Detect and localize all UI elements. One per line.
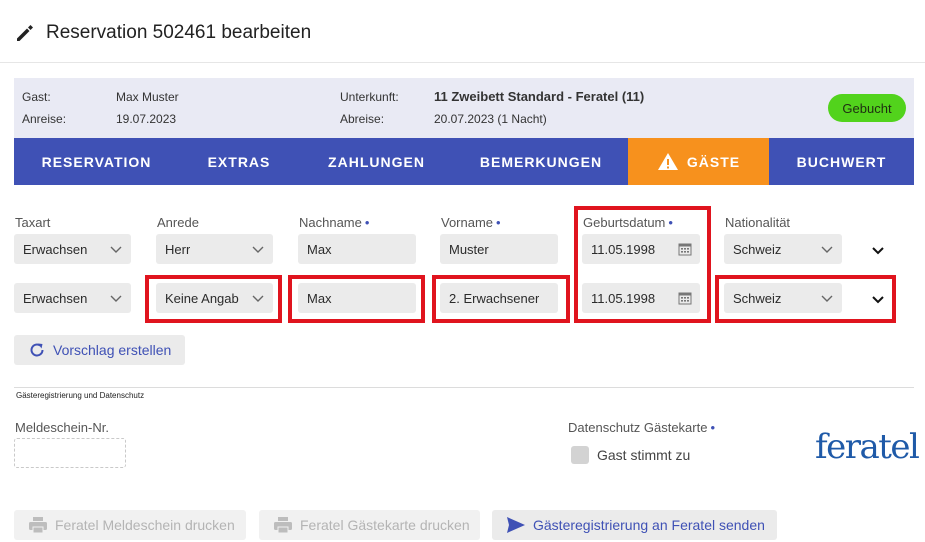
print-meldeschein-label: Feratel Meldeschein drucken	[55, 517, 235, 533]
column-nationalitaet: Nationalität	[725, 215, 791, 230]
taxart-value: Erwachsen	[23, 290, 88, 306]
column-anrede: Anrede	[157, 215, 199, 230]
tab-reservation[interactable]: RESERVATION	[14, 138, 179, 185]
consent-label[interactable]: Gast stimmt zu	[597, 447, 690, 463]
tab-label: BEMERKUNGEN	[479, 153, 603, 170]
chevron-down-icon	[110, 246, 122, 253]
tab-buchwert[interactable]: BUCHWERT	[769, 138, 914, 185]
required-marker: •	[364, 215, 370, 230]
expand-row-icon[interactable]	[870, 243, 886, 259]
suggest-button-label: Vorschlag erstellen	[53, 342, 172, 358]
send-icon	[507, 517, 525, 533]
vorname-value: Muster	[449, 241, 489, 257]
tab-bar: RESERVATION EXTRAS ZAHLUNGEN BEMERKUNGEN…	[14, 138, 914, 185]
chevron-down-icon	[110, 295, 122, 302]
highlight-geburtsdatum	[574, 206, 711, 323]
privacy-label-text: Datenschutz Gästekarte	[568, 420, 708, 435]
column-vorname-text: Vorname	[441, 215, 494, 230]
anrede-value: Herr	[165, 241, 191, 257]
tab-zahlungen[interactable]: ZAHLUNGEN	[299, 138, 454, 185]
print-meldeschein-button[interactable]: Feratel Meldeschein drucken	[14, 510, 246, 540]
anrede-select[interactable]: Herr	[156, 234, 273, 264]
tab-label: RESERVATION	[41, 153, 152, 170]
warning-icon	[657, 152, 679, 171]
required-marker: •	[710, 420, 716, 435]
highlight-anrede	[145, 275, 282, 323]
meldeschein-label: Meldeschein-Nr.	[15, 420, 109, 435]
tab-label: EXTRAS	[207, 153, 271, 170]
highlight-nachname	[288, 275, 425, 323]
nationalitaet-select[interactable]: Schweiz	[724, 234, 842, 264]
column-nachname: Nachname •	[299, 215, 369, 230]
taxart-select[interactable]: Erwachsen	[14, 234, 131, 264]
tab-bemerkungen[interactable]: BEMERKUNGEN	[454, 138, 628, 185]
column-nachname-text: Nachname	[299, 215, 362, 230]
column-taxart: Taxart	[15, 215, 51, 230]
taxart-select[interactable]: Erwachsen	[14, 283, 131, 313]
arrival-value: 19.07.2023	[116, 112, 177, 126]
printer-icon	[274, 517, 292, 534]
lodging-label: Unterkunft:	[340, 90, 399, 104]
send-registration-button[interactable]: Gästeregistrierung an Feratel senden	[492, 510, 777, 540]
printer-icon	[29, 517, 47, 534]
taxart-value: Erwachsen	[23, 241, 88, 257]
chevron-down-icon	[821, 246, 833, 253]
section-divider	[14, 387, 914, 388]
highlight-vorname	[432, 275, 570, 323]
tab-label: BUCHWERT	[796, 153, 887, 170]
print-gaestekarte-label: Feratel Gästekarte drucken	[300, 517, 470, 533]
page-header: Reservation 502461 bearbeiten	[14, 18, 311, 48]
feratel-logo: feratel	[815, 427, 920, 467]
pencil-icon	[14, 22, 36, 44]
title-divider	[0, 62, 925, 63]
meldeschein-input[interactable]	[14, 438, 126, 468]
departure-value: 20.07.2023 (1 Nacht)	[434, 112, 547, 126]
privacy-label: Datenschutz Gästekarte •	[568, 420, 715, 435]
reservation-summary: Gast: Max Muster Anreise: 19.07.2023 Unt…	[14, 78, 914, 138]
print-gaestekarte-button[interactable]: Feratel Gästekarte drucken	[259, 510, 480, 540]
tab-label: GÄSTE	[686, 153, 741, 170]
send-registration-label: Gästeregistrierung an Feratel senden	[533, 517, 765, 533]
page-title: Reservation 502461 bearbeiten	[46, 22, 312, 43]
column-vorname: Vorname •	[441, 215, 501, 230]
suggest-button[interactable]: Vorschlag erstellen	[14, 335, 185, 365]
tab-label: ZAHLUNGEN	[328, 153, 425, 170]
refresh-icon	[30, 343, 44, 357]
section-title: Gästeregistrierung und Datenschutz	[16, 391, 145, 400]
arrival-label: Anreise:	[22, 112, 67, 126]
highlight-nationalitaet	[715, 275, 896, 323]
nationalitaet-value: Schweiz	[733, 241, 782, 257]
lodging-value: 11 Zweibett Standard - Feratel (11)	[434, 89, 645, 104]
nachname-value: Max	[307, 241, 332, 257]
vorname-input[interactable]: Muster	[440, 234, 558, 264]
nachname-input[interactable]: Max	[298, 234, 416, 264]
required-marker: •	[496, 215, 501, 230]
tab-extras[interactable]: EXTRAS	[179, 138, 299, 185]
departure-label: Abreise:	[340, 112, 385, 126]
guest-value: Max Muster	[116, 90, 179, 104]
tab-gaeste[interactable]: GÄSTE	[628, 138, 769, 185]
guest-label: Gast:	[22, 90, 51, 104]
status-badge: Gebucht	[828, 94, 906, 122]
consent-checkbox[interactable]	[571, 446, 589, 464]
chevron-down-icon	[252, 246, 264, 253]
